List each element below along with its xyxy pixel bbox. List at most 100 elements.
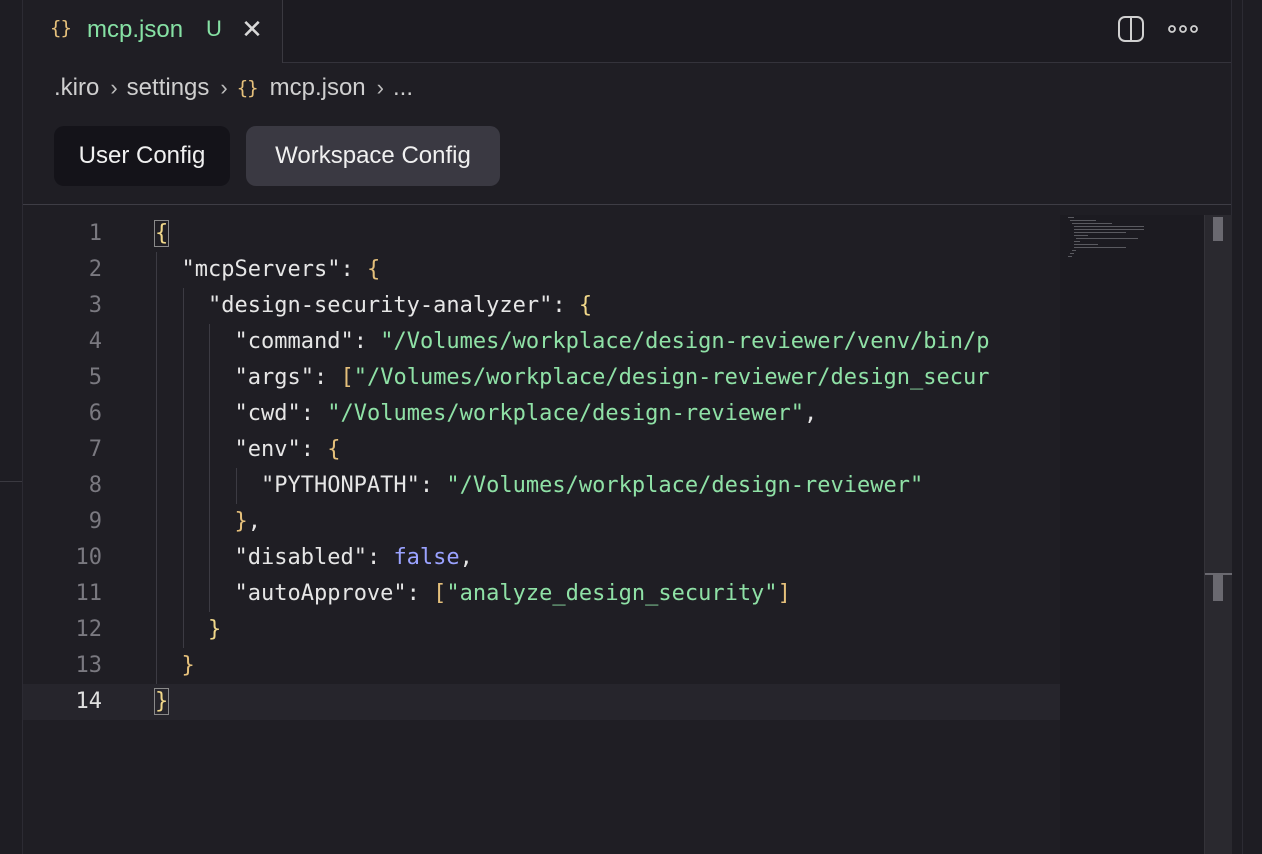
line-number: 1 [88, 221, 102, 246]
split-editor-icon[interactable] [1117, 15, 1145, 43]
code-line[interactable]: 10 "disabled": false, [23, 540, 1060, 576]
json-file-icon: {} [236, 77, 259, 99]
code-token: ] [777, 581, 791, 606]
code-line[interactable]: 4 "command": "/Volumes/workplace/design-… [23, 324, 1060, 360]
code-token: "/Volumes/workplace/design-reviewer/desi… [353, 365, 990, 390]
code-line[interactable]: 8 "PYTHONPATH": "/Volumes/workplace/desi… [23, 468, 1060, 504]
code-text: } [153, 684, 170, 720]
code-line[interactable]: 11 "autoApprove": ["analyze_design_secur… [23, 576, 1060, 612]
code-text: }, [155, 504, 261, 540]
code-text: "autoApprove": ["analyze_design_security… [155, 576, 791, 612]
json-file-icon: {} [50, 17, 72, 39]
git-status-badge: U [206, 16, 222, 41]
code-token: : [419, 473, 447, 498]
code-token: "/Volumes/workplace/design-reviewer" [327, 401, 805, 426]
indent-guide [235, 468, 237, 504]
vertical-scrollbar[interactable] [1204, 215, 1232, 854]
code-text: "design-security-analyzer": { [155, 288, 592, 324]
line-number: 6 [88, 401, 102, 426]
code-line[interactable]: 9 }, [23, 504, 1060, 540]
right-panel-edge [1231, 0, 1262, 854]
line-number: 9 [88, 509, 102, 534]
code-token: "analyze_design_security" [446, 581, 778, 606]
breadcrumb-item-symbols[interactable]: ... [393, 74, 413, 102]
code-token: [ [433, 581, 447, 606]
code-editor[interactable]: 1{2 "mcpServers": {3 "design-security-an… [23, 215, 1060, 854]
indent-guide [182, 288, 184, 648]
code-token: : [300, 401, 328, 426]
overview-ruler-marker [1213, 573, 1223, 601]
code-line[interactable]: 12 } [23, 612, 1060, 648]
code-line[interactable]: 3 "design-security-analyzer": { [23, 288, 1060, 324]
divider [23, 204, 1231, 205]
code-token: "cwd" [234, 401, 301, 426]
code-line[interactable]: 5 "args": ["/Volumes/workplace/design-re… [23, 360, 1060, 396]
code-token: , [804, 401, 818, 426]
code-text: "mcpServers": { [155, 252, 381, 288]
line-number: 11 [75, 581, 103, 606]
line-number: 10 [75, 545, 103, 570]
minimap[interactable] [1060, 215, 1204, 854]
code-line[interactable]: 6 "cwd": "/Volumes/workplace/design-revi… [23, 396, 1060, 432]
breadcrumb-item-file[interactable]: mcp.json [270, 74, 366, 102]
code-token: : [406, 581, 434, 606]
code-text: { [153, 216, 170, 252]
line-number: 8 [88, 473, 102, 498]
line-number: 14 [75, 689, 103, 714]
close-tab-icon[interactable]: ✕ [239, 14, 265, 44]
chevron-right-icon: › [376, 75, 384, 100]
code-token: } [234, 509, 248, 534]
scrollbar-thumb[interactable] [1213, 217, 1223, 241]
chevron-right-icon: › [110, 75, 118, 100]
code-line[interactable]: 1{ [23, 216, 1060, 252]
code-token: "design-security-analyzer" [207, 293, 553, 318]
breadcrumb: .kiro › settings › {} mcp.json › ... [54, 72, 413, 104]
code-token: { [153, 220, 170, 247]
code-token: : [353, 329, 381, 354]
line-number: 3 [88, 293, 102, 318]
code-token: { [366, 257, 381, 282]
code-token: "PYTHONPATH" [260, 473, 420, 498]
code-text: "command": "/Volumes/workplace/design-re… [155, 324, 989, 360]
code-token: : [552, 293, 579, 318]
breadcrumb-item-kiro[interactable]: .kiro [54, 74, 99, 102]
code-token: "command" [234, 329, 354, 354]
code-text: "cwd": "/Volumes/workplace/design-review… [155, 396, 817, 432]
code-token: { [578, 293, 593, 318]
workspace-config-button[interactable]: Workspace Config [246, 126, 500, 186]
code-token: } [207, 617, 222, 642]
code-line[interactable]: 7 "env": { [23, 432, 1060, 468]
line-number: 12 [75, 617, 103, 642]
indent-guide [156, 252, 157, 684]
code-text: "args": ["/Volumes/workplace/design-revi… [155, 360, 989, 396]
more-actions-icon[interactable] [1167, 15, 1199, 43]
code-line[interactable]: 14} [23, 684, 1060, 720]
chevron-right-icon: › [220, 75, 228, 100]
code-text: } [155, 612, 221, 648]
code-line[interactable]: 2 "mcpServers": { [23, 252, 1060, 288]
code-token: "/Volumes/workplace/design-reviewer/venv… [380, 329, 990, 354]
code-text: "disabled": false, [155, 540, 472, 576]
code-line[interactable]: 13 } [23, 648, 1060, 684]
code-token: "env" [234, 437, 301, 462]
editor-group: {} mcp.json U ✕ .kiro › settings › {} mc… [23, 0, 1232, 854]
indent-guide [209, 324, 210, 612]
left-panel-edge [0, 0, 23, 854]
code-token: "/Volumes/workplace/design-reviewer" [446, 473, 924, 498]
line-number: 4 [88, 329, 102, 354]
line-number: 7 [88, 437, 102, 462]
minimap-preview [1068, 217, 1144, 257]
user-config-button[interactable]: User Config [54, 126, 230, 186]
breadcrumb-item-settings[interactable]: settings [127, 74, 210, 102]
code-token: } [153, 688, 170, 715]
tab-mcp-json[interactable]: {} mcp.json U ✕ [23, 0, 283, 63]
code-token: { [327, 437, 341, 462]
tab-bar: {} mcp.json U ✕ [23, 0, 1231, 63]
